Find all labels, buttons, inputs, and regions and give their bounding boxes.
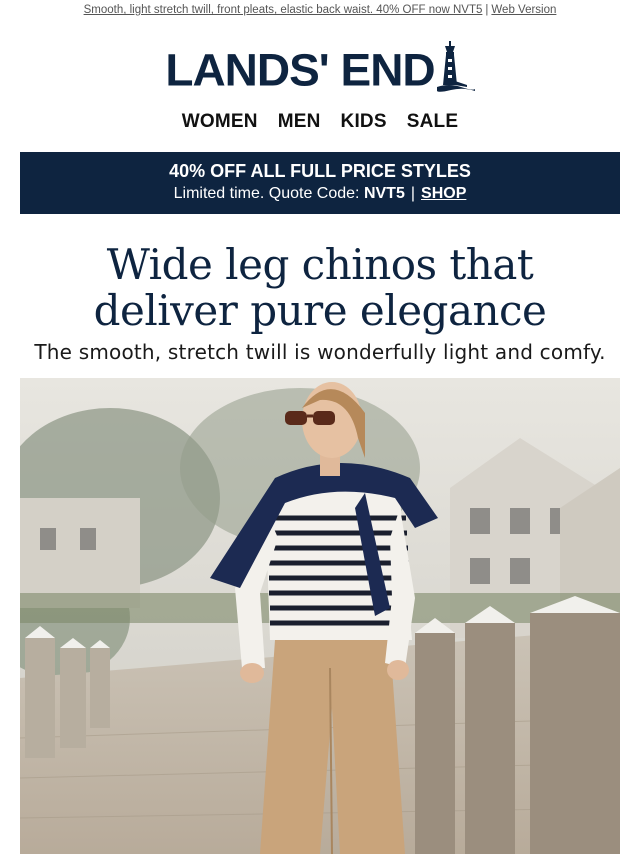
nav-sale[interactable]: SALE [407,111,458,133]
preheader-link[interactable]: Smooth, light stretch twill, front pleat… [84,4,483,16]
promo-headline: 40% OFF ALL FULL PRICE STYLES [169,161,471,181]
nav-kids[interactable]: KIDS [341,111,387,133]
hero-title: Wide leg chinos that deliver pure elegan… [0,242,640,334]
shop-link[interactable]: SHOP [421,185,466,202]
preheader: Smooth, light stretch twill, front pleat… [0,0,640,24]
hero-subtitle: The smooth, stretch twill is wonderfully… [34,340,606,364]
logo-wordmark: LANDS' END [165,44,435,96]
hero-title-line-1: Wide leg chinos that [106,240,534,289]
promo-subline: Limited time. Quote Code: NVT5 | SHOP [20,182,620,206]
promo-separator: | [410,185,416,202]
nav-men[interactable]: MEN [278,111,321,133]
hero-image[interactable] [20,378,620,854]
promo-code: NVT5 [363,185,405,202]
nav-women[interactable]: WOMEN [182,111,258,133]
brand-logo[interactable]: LANDS' END [165,41,475,96]
lighthouse-icon [436,41,475,92]
hero-photo [20,378,620,854]
preheader-separator: | [485,4,489,16]
logo-container: LANDS' END [0,28,640,106]
promo-sub-text: Limited time. Quote Code: [173,185,360,202]
web-version-link[interactable]: Web Version [491,4,556,16]
hero-title-line-2: deliver pure elegance [93,286,547,335]
main-nav: WOMEN MEN KIDS SALE [0,106,640,138]
promo-banner[interactable]: 40% OFF ALL FULL PRICE STYLES Limited ti… [20,152,620,214]
